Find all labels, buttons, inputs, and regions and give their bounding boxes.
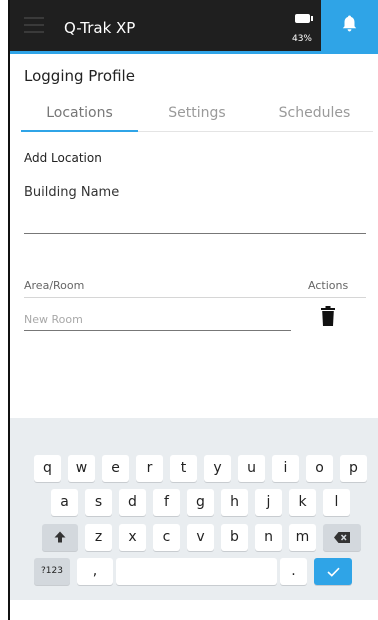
- space-key[interactable]: [116, 558, 277, 585]
- tab-settings[interactable]: Settings: [138, 98, 256, 131]
- key-e[interactable]: e: [102, 455, 129, 482]
- key-g[interactable]: g: [187, 489, 214, 516]
- key-a[interactable]: a: [51, 489, 78, 516]
- building-name-label: Building Name: [24, 185, 120, 200]
- key-t[interactable]: t: [170, 455, 197, 482]
- battery-percent: 43%: [291, 34, 312, 44]
- key-q[interactable]: q: [34, 455, 61, 482]
- key-r[interactable]: r: [136, 455, 163, 482]
- shift-arrow-icon: [54, 531, 66, 543]
- key-i[interactable]: i: [272, 455, 299, 482]
- column-divider: [24, 297, 366, 298]
- key-p[interactable]: p: [340, 455, 367, 482]
- key-o[interactable]: o: [306, 455, 333, 482]
- key-z[interactable]: z: [85, 524, 112, 551]
- shift-key[interactable]: [42, 524, 78, 551]
- bottom-strip: [8, 600, 378, 620]
- new-room-input[interactable]: [24, 309, 291, 331]
- battery-status: 43%: [285, 14, 319, 45]
- app-bar: Q-Trak XP 43%: [8, 0, 378, 54]
- key-b[interactable]: b: [221, 524, 248, 551]
- symbols-key[interactable]: ?123: [34, 558, 70, 585]
- enter-key[interactable]: [314, 558, 352, 585]
- backspace-key[interactable]: [323, 524, 361, 551]
- key-w[interactable]: w: [68, 455, 95, 482]
- key-f[interactable]: f: [153, 489, 180, 516]
- key-s[interactable]: s: [85, 489, 112, 516]
- tab-locations[interactable]: Locations: [21, 98, 138, 132]
- key-h[interactable]: h: [221, 489, 248, 516]
- key-c[interactable]: c: [153, 524, 180, 551]
- hamburger-menu-icon[interactable]: [24, 17, 44, 35]
- app-title: Q-Trak XP: [64, 19, 136, 37]
- key-y[interactable]: y: [204, 455, 231, 482]
- appbar-accent-line: [8, 51, 378, 54]
- period-key[interactable]: .: [280, 558, 307, 585]
- key-d[interactable]: d: [119, 489, 146, 516]
- actions-column-header: Actions: [308, 279, 349, 292]
- key-v[interactable]: v: [187, 524, 214, 551]
- key-n[interactable]: n: [255, 524, 282, 551]
- screen-left-edge: [8, 0, 10, 620]
- comma-key[interactable]: ,: [77, 558, 113, 585]
- app-screen: Q-Trak XP 43% Logging Profile Locations …: [8, 0, 378, 620]
- backspace-icon: [334, 532, 350, 543]
- trash-icon[interactable]: [321, 306, 335, 326]
- key-u[interactable]: u: [238, 455, 265, 482]
- on-screen-keyboard: q w e r t y u i o p a s d f g h j k l z …: [8, 418, 378, 600]
- page-title: Logging Profile: [24, 67, 135, 85]
- bell-icon: [342, 15, 357, 32]
- area-room-column-header: Area/Room: [24, 279, 85, 292]
- key-x[interactable]: x: [119, 524, 146, 551]
- notifications-button[interactable]: [321, 0, 378, 51]
- building-name-field[interactable]: [24, 233, 366, 234]
- tab-bar: Locations Settings Schedules: [21, 98, 373, 132]
- key-k[interactable]: k: [289, 489, 316, 516]
- key-l[interactable]: l: [323, 489, 350, 516]
- tab-schedules[interactable]: Schedules: [256, 98, 373, 131]
- battery-icon: [294, 14, 313, 23]
- key-m[interactable]: m: [289, 524, 316, 551]
- key-j[interactable]: j: [255, 489, 282, 516]
- checkmark-icon: [326, 567, 340, 577]
- add-location-heading: Add Location: [24, 151, 102, 165]
